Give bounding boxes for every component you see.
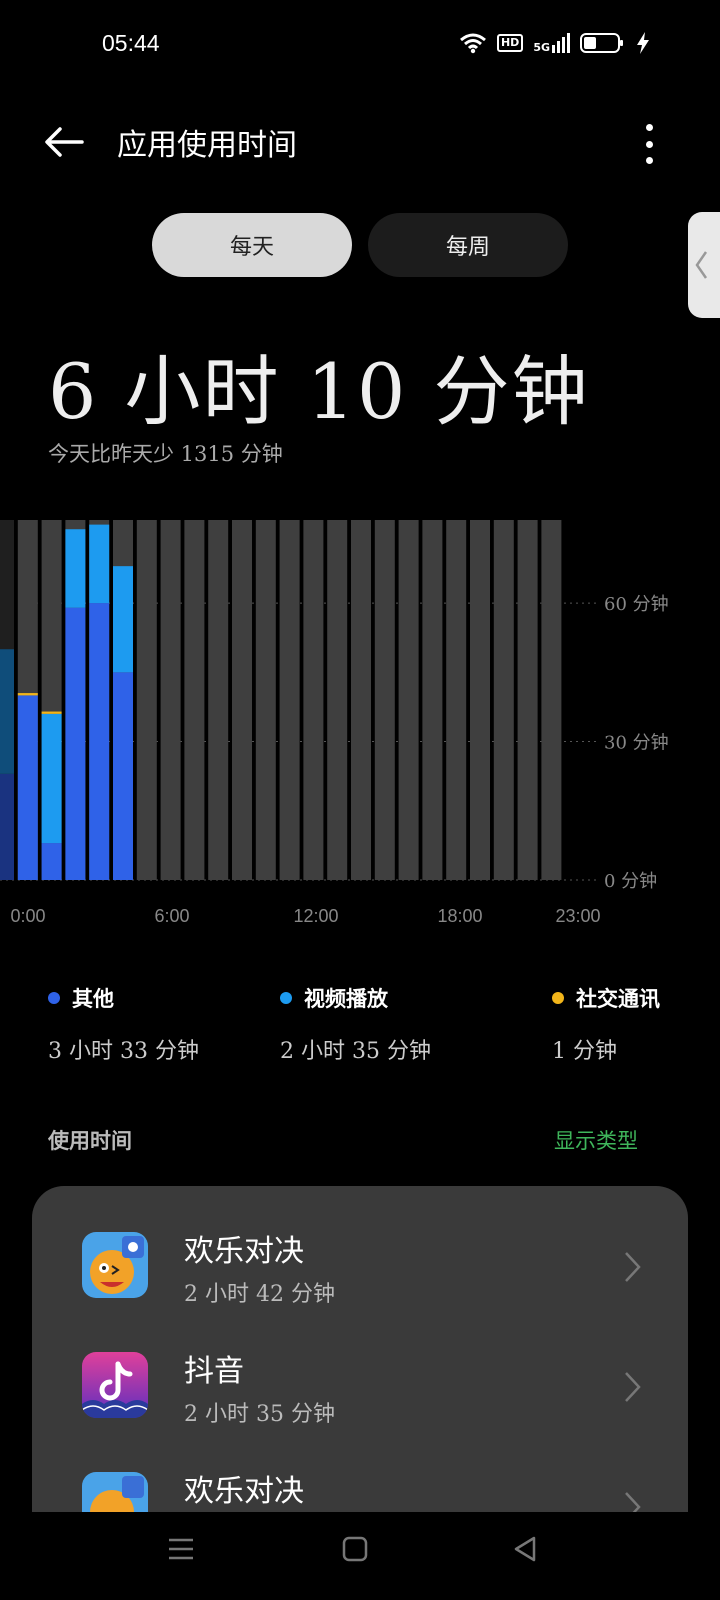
bar-segment	[113, 566, 133, 673]
legend-item-video: 视频播放 2 小时 35 分钟	[280, 983, 431, 1065]
x-tick-label: 6:00	[154, 906, 189, 926]
bar-segment	[41, 713, 62, 844]
system-nav-bar	[0, 1512, 720, 1600]
legend-label: 视频播放	[304, 987, 388, 1011]
app-row-huanle-2[interactable]: 欢乐对决	[32, 1472, 688, 1516]
tab-weekly[interactable]: 每周	[368, 213, 568, 277]
game-icon	[82, 1472, 148, 1516]
hd-badge: HD	[496, 34, 524, 52]
app-name: 抖音	[184, 1354, 244, 1389]
back-button[interactable]	[40, 118, 88, 166]
back-arrow-icon	[45, 127, 84, 157]
more-dot-icon	[645, 124, 653, 131]
bar-background	[327, 520, 348, 880]
battery-icon	[580, 33, 623, 53]
app-usage-time: 2 小时 42 分钟	[184, 1282, 335, 1307]
legend-item-social: 社交通讯 1 分钟	[552, 983, 660, 1065]
bar-background	[255, 520, 276, 880]
tab-daily[interactable]: 每天	[152, 213, 352, 277]
bar-segment	[0, 649, 14, 774]
more-dot-icon	[645, 157, 653, 164]
x-tick-label: 0:00	[10, 906, 45, 926]
x-tick-label: 12:00	[293, 906, 338, 926]
bar-background	[303, 520, 324, 880]
bar-segment	[41, 843, 62, 880]
app-row-douyin[interactable]: 抖音 2 小时 35 分钟	[32, 1352, 688, 1462]
bar-segment	[17, 693, 38, 696]
legend-dot-icon	[552, 992, 564, 1004]
side-panel-handle[interactable]	[688, 212, 720, 318]
bar-background	[541, 520, 562, 880]
legend-value: 3 小时 33 分钟	[48, 1039, 199, 1064]
status-icons: HD 5G	[459, 32, 650, 54]
legend-label: 其他	[72, 987, 114, 1011]
bar-segment	[41, 711, 62, 714]
bar-background	[136, 520, 157, 880]
bar-background	[446, 520, 467, 880]
game-icon	[82, 1232, 148, 1298]
bar-background	[422, 520, 443, 880]
tiktok-icon	[82, 1352, 148, 1418]
bar-segment	[0, 773, 14, 880]
page-title: 应用使用时间	[117, 128, 297, 163]
bar-background	[517, 520, 538, 880]
bar-segment	[65, 607, 86, 880]
x-tick-label: 18:00	[437, 906, 482, 926]
bar-segment	[65, 529, 86, 608]
chevron-right-icon	[625, 1372, 641, 1402]
home-icon[interactable]	[340, 1534, 370, 1564]
hourly-usage-chart: 0 分钟 30 分钟 60 分钟 0:00 6:00 12:00 18:00 23:00	[0, 520, 669, 926]
more-dot-icon	[645, 140, 653, 148]
bar-segment	[17, 695, 38, 880]
charging-icon	[637, 32, 649, 54]
y-tick-label: 30 分钟	[604, 733, 669, 754]
bar-background	[208, 520, 229, 880]
app-row-huanle[interactable]: 欢乐对决 2 小时 42 分钟	[32, 1232, 688, 1342]
x-tick-label: 23:00	[555, 906, 600, 926]
chevron-left-icon	[695, 251, 708, 279]
bar-background	[160, 520, 181, 880]
network-type: 5G	[533, 41, 550, 54]
legend-value: 2 小时 35 分钟	[280, 1039, 431, 1064]
bar-background	[398, 520, 419, 880]
legend-label: 社交通讯	[576, 987, 660, 1011]
menu-icon[interactable]	[166, 1534, 196, 1564]
bar-segment	[89, 524, 110, 604]
more-options-button[interactable]	[640, 124, 658, 164]
status-time: 05:44	[102, 30, 160, 56]
legend-item-other: 其他 3 小时 33 分钟	[48, 983, 199, 1065]
bar-segment	[113, 672, 133, 880]
bar-background	[374, 520, 395, 880]
bar-background	[351, 520, 371, 880]
bar-background	[470, 520, 490, 880]
bar-segment	[89, 603, 110, 880]
signal-icon: 5G	[533, 33, 570, 53]
bar-background	[184, 520, 205, 880]
app-usage-time: 2 小时 35 分钟	[184, 1402, 335, 1427]
legend-value: 1 分钟	[552, 1039, 617, 1064]
usage-comparison: 今天比昨天少 1315 分钟	[48, 442, 283, 466]
y-tick-label: 0 分钟	[604, 871, 657, 892]
legend-dot-icon	[48, 992, 60, 1004]
chevron-right-icon	[625, 1252, 641, 1282]
legend-dot-icon	[280, 992, 292, 1004]
section-title: 使用时间	[48, 1129, 132, 1153]
back-nav-icon[interactable]	[510, 1534, 540, 1564]
app-name: 欢乐对决	[184, 1474, 304, 1509]
y-tick-label: 60 分钟	[604, 594, 669, 615]
total-usage-time: 6 小时 10 分钟	[48, 347, 590, 436]
app-name: 欢乐对决	[184, 1234, 304, 1269]
bar-background	[279, 520, 300, 880]
wifi-icon	[460, 33, 486, 54]
bar-background	[493, 520, 514, 880]
bar-background	[232, 520, 252, 880]
app-usage-list: 欢乐对决 2 小时 42 分钟 抖音 2 小时 35 分钟 欢乐对决	[32, 1186, 688, 1516]
show-type-button[interactable]: 显示类型	[554, 1125, 638, 1155]
